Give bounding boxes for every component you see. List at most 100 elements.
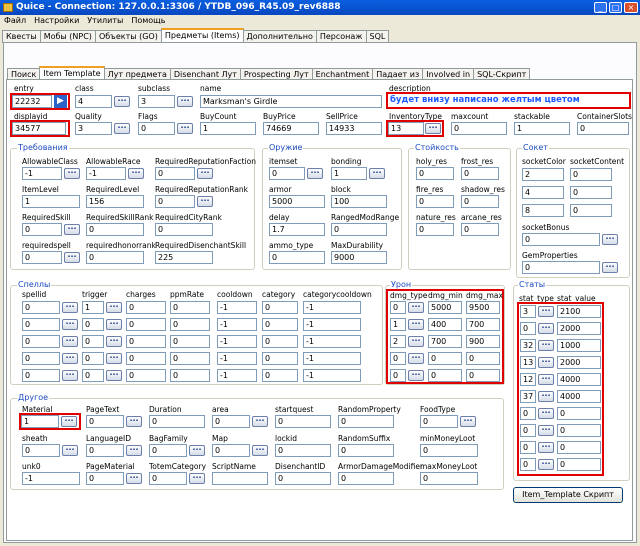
socketbonus-field[interactable]: 0	[522, 233, 600, 246]
dmgmin-field-3[interactable]: 0	[428, 352, 462, 365]
statvalue-field-3[interactable]: 2000	[557, 356, 601, 369]
material-field[interactable]: 1	[21, 415, 59, 428]
spell-cell-0-4[interactable]: -1	[217, 301, 257, 314]
dmgtype-field-4[interactable]: 0	[390, 369, 406, 382]
spell-cell-4-2[interactable]: 0	[126, 369, 166, 382]
map-field[interactable]: 0	[212, 444, 250, 457]
allowableclass-field[interactable]: -1	[22, 167, 62, 180]
spell-cell-0-1[interactable]: 1	[82, 301, 104, 314]
natureres-field[interactable]: 0	[416, 223, 454, 236]
dmgmin-field-2[interactable]: 700	[428, 335, 462, 348]
spell-cell-1-6[interactable]: -1	[303, 318, 361, 331]
gemproperties-browse-button[interactable]: ···	[602, 262, 618, 273]
spell-cell-1-4[interactable]: -1	[217, 318, 257, 331]
sheath-field[interactable]: 0	[22, 444, 60, 457]
spell-cell-2-5[interactable]: 0	[262, 335, 298, 348]
spell-cell-0-2[interactable]: 0	[126, 301, 166, 314]
menu-utils[interactable]: Утилиты	[83, 15, 127, 26]
spell-cell-3-3[interactable]: 0	[170, 352, 210, 365]
spell-cell-2-1[interactable]: 0	[82, 335, 104, 348]
reqrepfaction-field[interactable]: 0	[155, 167, 195, 180]
spell-browse-button-3-0[interactable]: ···	[62, 353, 78, 364]
languageid-browse-button[interactable]: ···	[126, 445, 142, 456]
spell-cell-4-0[interactable]: 0	[22, 369, 60, 382]
languageid-field[interactable]: 0	[86, 444, 124, 457]
arcaneres-field[interactable]: 0	[461, 223, 499, 236]
dmgmax-field-3[interactable]: 0	[466, 352, 500, 365]
socketcolor-field-1[interactable]: 2	[522, 168, 564, 181]
flags-browse-button[interactable]: ···	[177, 123, 193, 134]
reqcityrank-field[interactable]: 0	[155, 223, 213, 236]
reqspell-field[interactable]: 0	[22, 251, 62, 264]
fireres-field[interactable]: 0	[416, 195, 454, 208]
spell-cell-0-5[interactable]: 0	[262, 301, 298, 314]
reqreprank-browse-button[interactable]: ···	[197, 196, 213, 207]
dmgtype-browse-button-4[interactable]: ···	[408, 370, 424, 381]
dmgmax-field-4[interactable]: 0	[466, 369, 500, 382]
tab-items[interactable]: Предметы (Items)	[160, 28, 244, 43]
stattype-browse-button-9[interactable]: ···	[538, 459, 554, 470]
dmgtype-browse-button-1[interactable]: ···	[408, 319, 424, 330]
inventorytype-field[interactable]: 13	[388, 122, 424, 135]
spell-cell-0-6[interactable]: -1	[303, 301, 361, 314]
pagematerial-browse-button[interactable]: ···	[126, 473, 142, 484]
dmgmax-field-0[interactable]: 9500	[466, 301, 500, 314]
reqreprank-field[interactable]: 0	[155, 195, 195, 208]
maxmoneyloot-field[interactable]: 0	[420, 472, 478, 485]
dmgtype-field-2[interactable]: 2	[390, 335, 406, 348]
statvalue-field-7[interactable]: 0	[557, 424, 601, 437]
spell-cell-4-6[interactable]: -1	[303, 369, 361, 382]
stattype-browse-button-2[interactable]: ···	[538, 340, 554, 351]
allowablerace-browse-button[interactable]: ···	[128, 168, 144, 179]
reqskill-field[interactable]: 0	[22, 223, 62, 236]
dmgtype-browse-button-0[interactable]: ···	[408, 302, 424, 313]
spell-cell-2-3[interactable]: 0	[170, 335, 210, 348]
spell-cell-0-3[interactable]: 0	[170, 301, 210, 314]
maxdurability-field[interactable]: 9000	[331, 251, 387, 264]
class-field[interactable]: 4	[75, 95, 112, 108]
stattype-field-2[interactable]: 32	[520, 339, 536, 352]
stattype-browse-button-6[interactable]: ···	[538, 408, 554, 419]
spell-cell-1-0[interactable]: 0	[22, 318, 60, 331]
spell-cell-1-5[interactable]: 0	[262, 318, 298, 331]
stattype-field-8[interactable]: 0	[520, 441, 536, 454]
statvalue-field-8[interactable]: 0	[557, 441, 601, 454]
quality-browse-button[interactable]: ···	[114, 123, 130, 134]
reqdisenchant-field[interactable]: 225	[155, 251, 213, 264]
itemset-field[interactable]: 0	[269, 167, 305, 180]
item-template-script-button[interactable]: Item_Template Скрипт	[513, 487, 623, 503]
stattype-browse-button-3[interactable]: ···	[538, 357, 554, 368]
quality-field[interactable]: 3	[75, 122, 112, 135]
reqskill-browse-button[interactable]: ···	[64, 224, 80, 235]
allowablerace-field[interactable]: -1	[86, 167, 126, 180]
randomproperty-field[interactable]: 0	[338, 415, 394, 428]
spell-cell-2-2[interactable]: 0	[126, 335, 166, 348]
allowableclass-browse-button[interactable]: ···	[64, 168, 80, 179]
bagfamily-browse-button[interactable]: ···	[189, 445, 205, 456]
spell-browse-button-4-0[interactable]: ···	[62, 370, 78, 381]
reqrepfaction-browse-button[interactable]: ···	[197, 168, 213, 179]
sheath-browse-button[interactable]: ···	[62, 445, 78, 456]
reqskillrank-field[interactable]: 0	[86, 223, 144, 236]
foodtype-field[interactable]: 0	[420, 415, 458, 428]
menu-file[interactable]: Файл	[0, 15, 30, 26]
subclass-browse-button[interactable]: ···	[177, 96, 193, 107]
class-browse-button[interactable]: ···	[114, 96, 130, 107]
itemset-browse-button[interactable]: ···	[307, 168, 323, 179]
dmgmin-field-0[interactable]: 5000	[428, 301, 462, 314]
close-icon[interactable]: ×	[624, 2, 638, 13]
startquest-field[interactable]: 0	[275, 415, 331, 428]
stackable-field[interactable]: 1	[514, 122, 570, 135]
spell-cell-2-6[interactable]: -1	[303, 335, 361, 348]
reqhonor-field[interactable]: 0	[86, 251, 144, 264]
socketcontent-field-1[interactable]: 0	[570, 168, 612, 181]
statvalue-field-6[interactable]: 0	[557, 407, 601, 420]
dmgmax-field-2[interactable]: 900	[466, 335, 500, 348]
stattype-browse-button-4[interactable]: ···	[538, 374, 554, 385]
spell-cell-4-1[interactable]: 0	[82, 369, 104, 382]
stattype-field-6[interactable]: 0	[520, 407, 536, 420]
spell-cell-3-2[interactable]: 0	[126, 352, 166, 365]
inventorytype-browse-button[interactable]: ···	[425, 123, 441, 134]
maxcount-field[interactable]: 0	[451, 122, 507, 135]
shadowres-field[interactable]: 0	[461, 195, 499, 208]
